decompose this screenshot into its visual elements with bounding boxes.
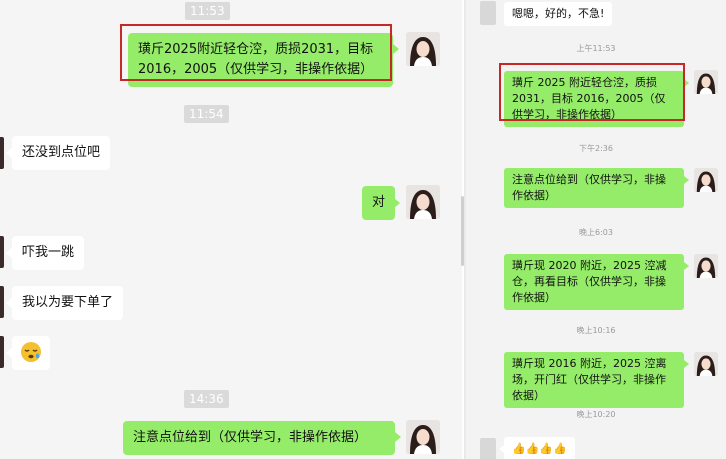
received-emoji-bubble[interactable] [12,336,50,370]
highlight-box [499,63,685,121]
highlight-box [120,24,392,81]
timestamp-chip: 11:53 [185,2,230,20]
sent-message-bubble[interactable]: 注意点位给到（仅供学习，非操作依据） [123,421,395,455]
user-avatar[interactable] [694,352,718,376]
thumbs-up-icons: 👍👍👍👍 [512,442,567,455]
user-avatar[interactable] [694,168,718,192]
bubble-tail [684,176,689,184]
timestamp-label: 晚上10:20 [576,410,616,419]
secondary-chat-panel: 嗯嗯，好的，不急! 上午11:53 璜斤 2025 附近轻仓涳，质损 2031，… [466,0,726,459]
bubble-tail [393,44,399,54]
bubble-tail [6,348,12,358]
contact-avatar[interactable] [0,236,4,268]
contact-avatar[interactable] [480,438,496,459]
timestamp-label: 晚上6:03 [579,228,613,237]
bubble-tail [6,298,12,308]
user-avatar[interactable] [406,32,440,66]
timestamp-chip: 14:36 [184,390,229,408]
bubble-tail [395,432,401,442]
bubble-tail [684,262,689,270]
timestamp-label: 晚上10:16 [576,326,616,335]
contact-avatar[interactable] [0,286,4,318]
received-message-bubble[interactable]: 我以为要下单了 [12,286,124,320]
user-avatar[interactable] [694,70,718,94]
bubble-tail [6,248,12,258]
timestamp-chip: 11:54 [184,105,229,123]
user-avatar[interactable] [406,185,440,219]
user-avatar[interactable] [694,254,718,278]
received-message-bubble[interactable]: 还没到点位吧 [12,136,111,170]
contact-avatar[interactable] [0,137,4,169]
timestamp-label: 下午2:36 [579,144,613,153]
user-avatar[interactable] [406,420,440,454]
received-message-bubble[interactable]: 吓我一跳 [12,236,85,270]
bubble-tail [6,148,12,158]
bubble-tail [394,198,400,208]
sleepy-face-icon [21,342,41,362]
contact-avatar[interactable] [480,1,496,25]
sent-message-bubble[interactable]: 注意点位给到（仅供学习，非操作依据） [504,168,684,208]
timestamp-label: 上午11:53 [576,44,616,53]
sent-message-bubble[interactable]: 对 [362,186,396,220]
sent-message-bubble[interactable]: 璜斤现 2020 附近，2025 涳减仓，再看目标（仅供学习，非操作依据） [504,254,684,310]
received-message-bubble[interactable]: 嗯嗯，好的，不急! [504,2,613,26]
contact-avatar[interactable] [0,336,4,368]
sent-message-bubble[interactable]: 璜斤现 2016 附近，2025 涳离场，开门红（仅供学习，非操作依据） [504,352,684,408]
bubble-tail [684,360,689,368]
received-message-bubble[interactable]: 👍👍👍👍 [504,437,575,459]
main-chat-panel: 11:53 璜斤2025附近轻仓涳，质损2031，目标2016，2005（仅供学… [0,0,462,459]
bubble-tail [499,445,504,453]
